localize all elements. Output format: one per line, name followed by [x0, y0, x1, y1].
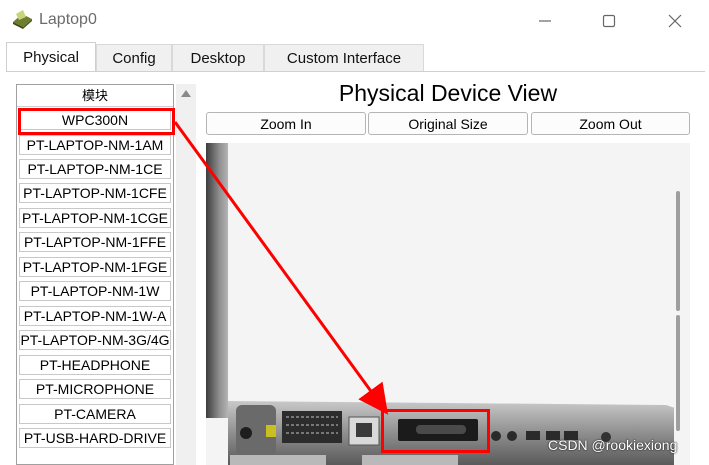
maximize-icon	[602, 14, 616, 28]
device-view-scrollbar[interactable]	[674, 143, 690, 465]
module-item[interactable]: PT-LAPTOP-NM-1AM	[19, 135, 171, 155]
close-button[interactable]	[652, 6, 698, 36]
module-item[interactable]: PT-HEADPHONE	[19, 355, 171, 375]
tab-physical[interactable]: Physical	[6, 42, 96, 71]
tab-desktop[interactable]: Desktop	[172, 44, 264, 71]
module-item[interactable]: PT-LAPTOP-NM-1W	[19, 281, 171, 301]
tab-config[interactable]: Config	[96, 44, 172, 71]
title-bar: Laptop0	[0, 0, 709, 42]
zoom-in-button[interactable]: Zoom In	[206, 112, 366, 135]
device-view-title: Physical Device View	[338, 80, 558, 106]
module-item[interactable]: PT-CAMERA	[19, 404, 171, 424]
laptop-app-icon	[13, 10, 32, 29]
close-icon	[668, 14, 682, 28]
module-item[interactable]: PT-LAPTOP-NM-1CFE	[19, 183, 171, 203]
module-item[interactable]: PT-LAPTOP-NM-3G/4G	[19, 330, 171, 350]
original-size-button[interactable]: Original Size	[368, 112, 528, 135]
highlight-box-module	[18, 108, 175, 135]
minimize-button[interactable]	[522, 6, 568, 36]
highlight-box-slot	[381, 409, 490, 453]
watermark: CSDN @rookiexiong	[548, 437, 678, 453]
module-item[interactable]: PT-LAPTOP-NM-1W-A	[19, 306, 171, 326]
scrollbar-thumb[interactable]	[676, 315, 680, 431]
module-item[interactable]: PT-USB-HARD-DRIVE	[19, 428, 171, 448]
minimize-icon	[539, 20, 551, 22]
module-list-scrollbar[interactable]	[176, 84, 196, 465]
module-list-header: 模块	[17, 85, 173, 107]
module-list[interactable]: 模块 WPC300N PT-LAPTOP-NM-1AM PT-LAPTOP-NM…	[16, 84, 174, 465]
zoom-out-button[interactable]: Zoom Out	[531, 112, 690, 135]
scrollbar-thumb[interactable]	[676, 191, 680, 311]
module-item[interactable]: PT-LAPTOP-NM-1CGE	[19, 208, 171, 228]
module-item[interactable]: PT-MICROPHONE	[19, 379, 171, 399]
maximize-button[interactable]	[586, 6, 632, 36]
tab-bar: Physical Config Desktop Custom Interface	[6, 42, 706, 72]
module-item[interactable]: PT-LAPTOP-NM-1FGE	[19, 257, 171, 277]
module-item[interactable]: PT-LAPTOP-NM-1CE	[19, 159, 171, 179]
tab-custom-interface[interactable]: Custom Interface	[264, 44, 424, 71]
scroll-up-icon[interactable]	[181, 90, 191, 97]
module-item[interactable]: PT-LAPTOP-NM-1FFE	[19, 232, 171, 252]
window-title: Laptop0	[39, 11, 97, 28]
